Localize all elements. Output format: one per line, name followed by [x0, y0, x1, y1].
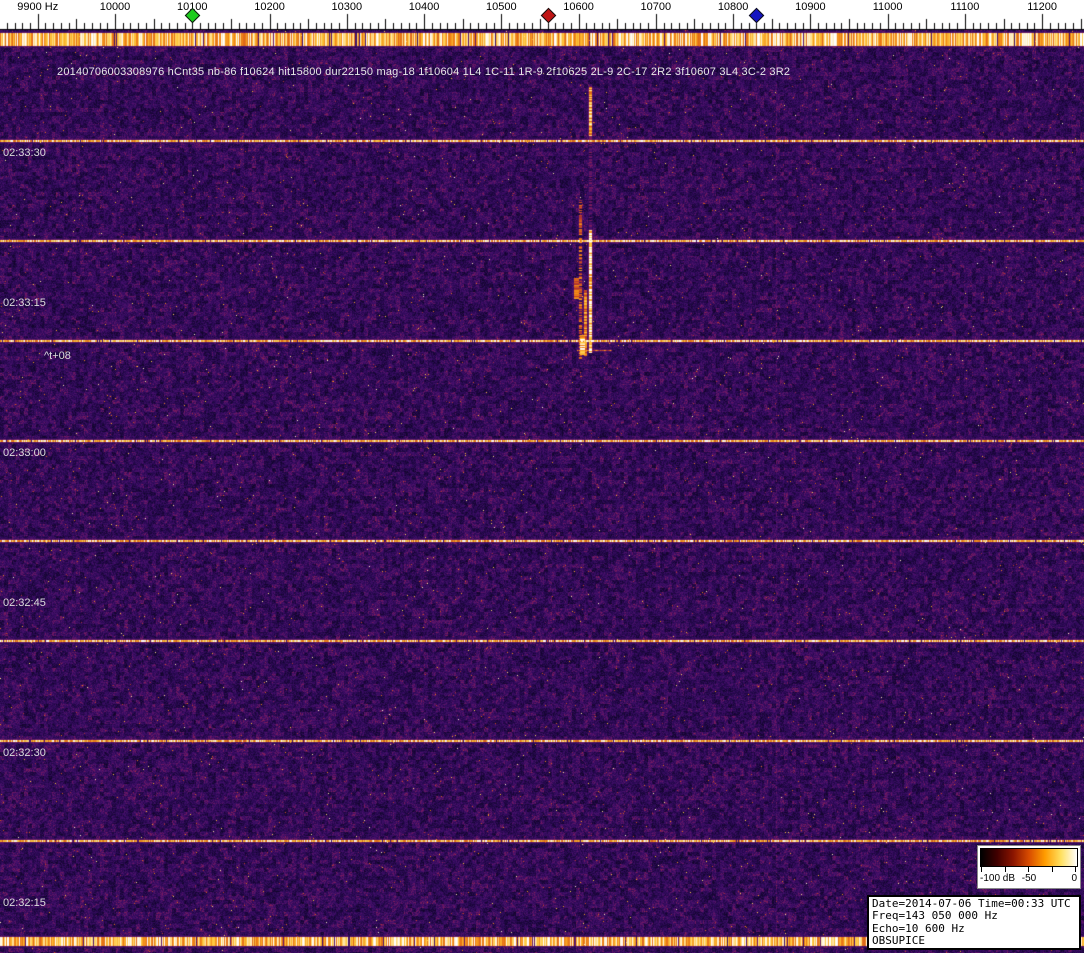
db-scale-tick	[1051, 867, 1053, 872]
freq-tick-label: 10000	[99, 1, 131, 13]
event-header-text: 20140706003308976 hCnt35 nb-86 f10624 hi…	[57, 66, 791, 78]
freq-tick-label: 11000	[872, 1, 903, 13]
time-tick-label: 02:33:00	[3, 447, 46, 459]
db-scale-tick	[1004, 867, 1006, 872]
db-scale-panel: -100 dB -50 0	[977, 845, 1081, 889]
time-tick-label: 02:33:15	[3, 297, 46, 309]
db-scale-tick	[981, 867, 982, 872]
freq-tick-label: 10400	[408, 1, 440, 13]
db-scale-min-label: -100 dB	[980, 873, 1016, 884]
freq-tick-label: 10900	[795, 1, 826, 13]
db-scale-gradient	[980, 848, 1078, 867]
freq-tick-label: 11200	[1027, 1, 1058, 13]
freq-tick-label: 11100	[950, 1, 980, 13]
db-scale-labels: -100 dB -50 0	[978, 873, 1080, 887]
freq-tick-label: 10700	[640, 1, 672, 13]
time-tick-label: 02:33:30	[3, 147, 46, 159]
time-tick-label: 02:32:15	[3, 897, 46, 909]
cursor-note: ^t+08	[44, 350, 71, 362]
spectrogram-window: 9900 Hz100001010010200103001040010500106…	[0, 0, 1084, 953]
db-scale-tick	[1075, 867, 1076, 872]
freq-tick-label: 10800	[717, 1, 749, 13]
db-scale-tick	[1028, 867, 1029, 872]
db-scale-mid-label: -50	[1021, 873, 1037, 884]
info-station: OBSUPICE	[872, 934, 925, 948]
freq-tick-label: 10200	[254, 1, 285, 13]
db-scale-max-label: 0	[1071, 873, 1077, 884]
spectrogram-canvas[interactable]	[0, 0, 1084, 953]
freq-tick-label: 10600	[563, 1, 594, 13]
info-frequency: Freq=143 050 000 Hz	[872, 909, 998, 923]
time-tick-label: 02:32:30	[3, 747, 46, 759]
freq-tick-label: 9900 Hz	[17, 1, 59, 13]
time-tick-label: 02:32:45	[3, 597, 46, 609]
observation-info-box: Date=2014-07-06 Time=00:33 UTC Freq=143 …	[867, 895, 1081, 950]
freq-tick-label: 10300	[331, 1, 363, 13]
freq-tick-label: 10500	[486, 1, 517, 13]
